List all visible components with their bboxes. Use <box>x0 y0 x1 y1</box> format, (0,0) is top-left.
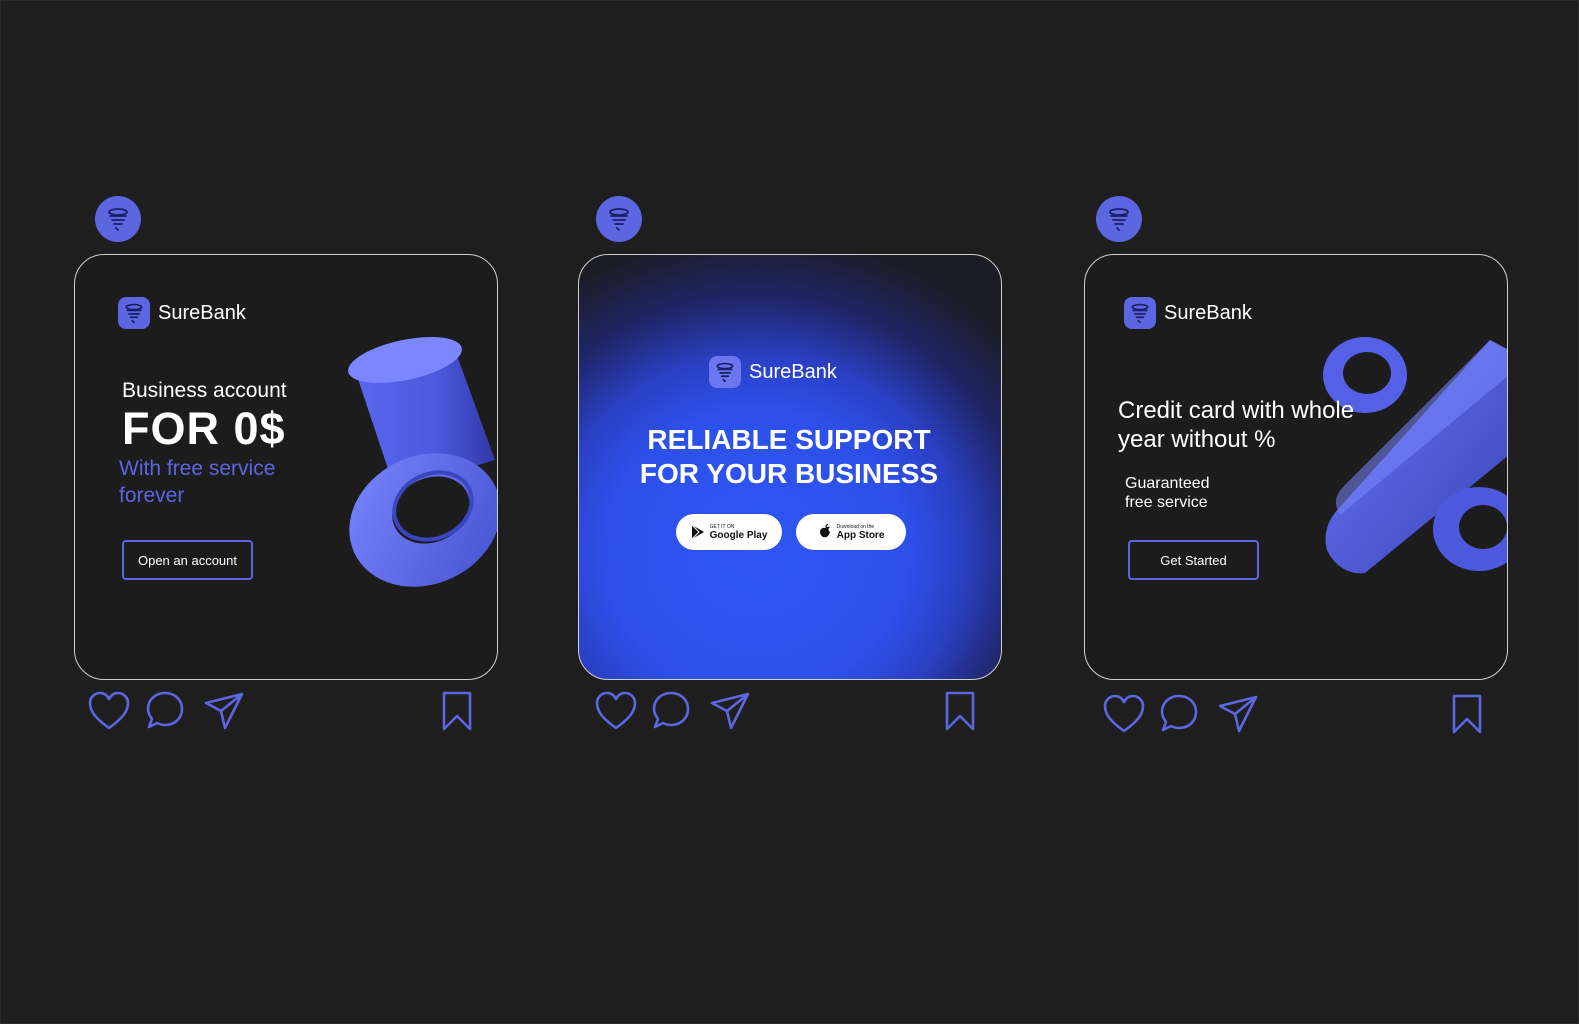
brand-logo: SureBank <box>118 297 246 329</box>
bookmark-icon[interactable] <box>440 690 474 732</box>
ad-subtitle-line1: With free service <box>119 457 276 480</box>
post-actions <box>578 690 1002 740</box>
ad-card-business-account[interactable]: SureBank Business account FOR 0$ With fr… <box>74 254 498 680</box>
profile-avatar[interactable] <box>1096 196 1142 242</box>
tornado-icon <box>118 297 150 329</box>
ad-headline: FOR 0$ <box>122 403 286 454</box>
tornado-icon <box>1124 297 1156 329</box>
ad-title-line1: Credit card with whole <box>1118 397 1355 424</box>
3d-cylinder-ring-graphic <box>348 337 497 587</box>
ad-card-reliable-support[interactable]: SureBank RELIABLE SUPPORT FOR YOUR BUSIN… <box>578 254 1002 680</box>
google-play-button[interactable]: GET IT ON Google Play <box>676 514 782 550</box>
heart-icon[interactable] <box>594 690 638 732</box>
heart-icon[interactable] <box>1102 693 1146 735</box>
profile-avatar[interactable] <box>596 196 642 242</box>
app-store-label: App Store <box>836 529 885 541</box>
profile-avatar[interactable] <box>95 196 141 242</box>
post-1: SureBank Business account FOR 0$ With fr… <box>74 196 498 756</box>
ad-sub-line1: Guaranteed <box>1125 475 1210 492</box>
ad-sub-line2: free service <box>1125 494 1208 511</box>
post-2: SureBank RELIABLE SUPPORT FOR YOUR BUSIN… <box>578 196 1002 756</box>
bookmark-icon[interactable] <box>943 690 977 732</box>
send-icon[interactable] <box>202 690 246 732</box>
brand-name: SureBank <box>158 301 246 324</box>
bookmark-icon[interactable] <box>1450 693 1484 735</box>
tornado-icon <box>1109 208 1129 231</box>
send-icon[interactable] <box>708 690 752 732</box>
ad-headline-line1: RELIABLE SUPPORT <box>647 424 931 455</box>
comment-icon[interactable] <box>651 690 691 732</box>
tornado-icon <box>709 356 741 388</box>
open-account-button[interactable]: Open an account <box>122 540 253 580</box>
ad-card-credit-card[interactable]: SureBank Credit card with whole year wit… <box>1084 254 1508 680</box>
send-icon[interactable] <box>1216 693 1260 735</box>
post-actions <box>1084 690 1508 740</box>
brand-name: SureBank <box>1164 301 1252 324</box>
get-started-button[interactable]: Get Started <box>1128 540 1259 580</box>
3d-percent-graphic <box>1323 337 1507 574</box>
ad-title: Business account <box>122 379 287 402</box>
comment-icon[interactable] <box>1159 693 1199 735</box>
google-play-icon <box>691 524 704 540</box>
apple-icon <box>819 524 830 538</box>
app-store-button[interactable]: Download on the App Store <box>796 514 906 550</box>
brand-logo: SureBank <box>709 356 837 388</box>
comment-icon[interactable] <box>145 690 185 732</box>
post-actions <box>74 690 498 740</box>
ad-title-line2: year without % <box>1118 426 1276 453</box>
heart-icon[interactable] <box>87 690 131 732</box>
google-play-label: Google Play <box>709 529 768 541</box>
tornado-icon <box>609 208 629 231</box>
post-3: SureBank Credit card with whole year wit… <box>1084 196 1508 756</box>
ad-headline-line2: FOR YOUR BUSINESS <box>639 458 939 489</box>
brand-name: SureBank <box>749 360 837 383</box>
tornado-icon <box>108 208 128 231</box>
brand-logo: SureBank <box>1124 297 1252 329</box>
ad-subtitle-line2: forever <box>119 484 185 507</box>
